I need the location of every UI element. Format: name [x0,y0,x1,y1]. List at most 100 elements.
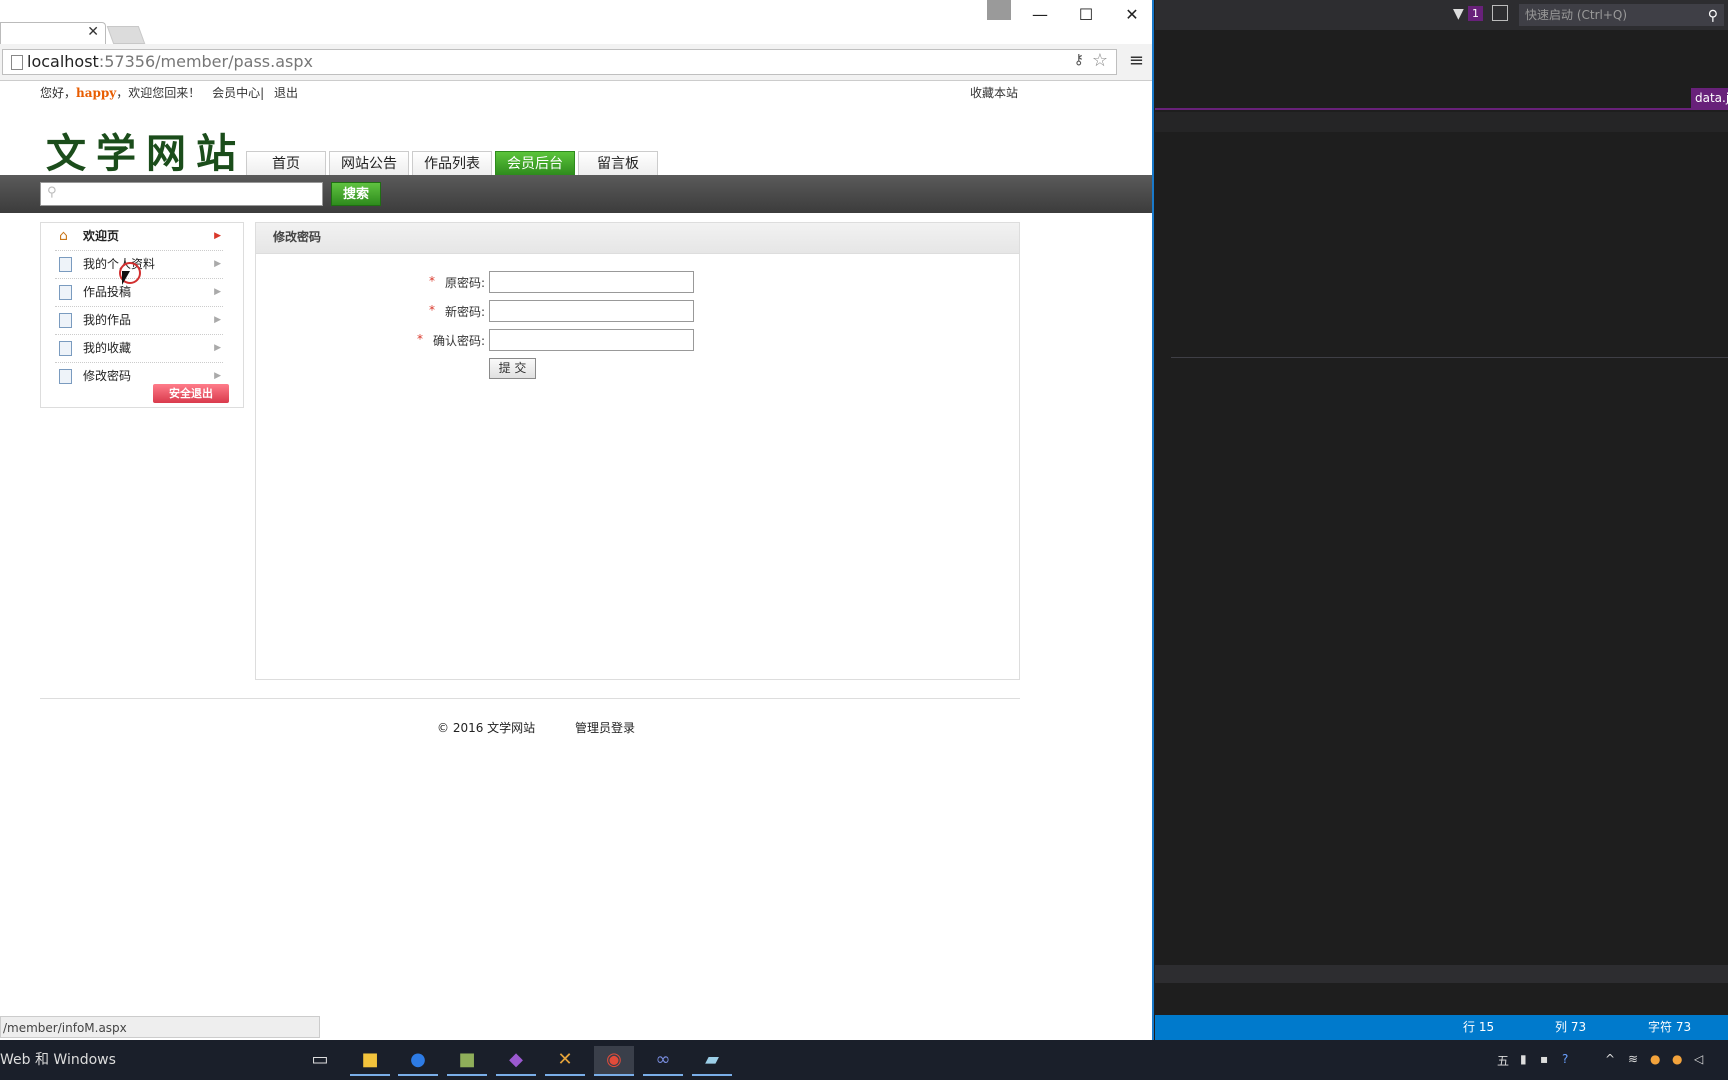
nav-works[interactable]: 作品列表 [412,151,492,175]
search-bar: ⚲ 搜索 [0,175,1152,213]
arrow-icon: ▶ [214,231,221,241]
tab-strip: ✕ — ☐ ✕ [0,0,1152,45]
separator: | [260,86,265,100]
filter-icon[interactable]: ▼ [1453,6,1464,22]
editor-divider [1171,357,1728,358]
ime-icon[interactable]: 五 [1497,1052,1509,1069]
network-share-icon[interactable]: ▪ [1540,1052,1548,1066]
web-page: 您好，happy，欢迎您回来！ 会员中心| 退出 收藏本站 文学网站 首页 网站… [0,81,1152,1016]
arrow-icon: ▶ [214,287,221,297]
image-viewer-icon[interactable]: ■ [447,1046,487,1076]
site-logo[interactable]: 文学网站 [46,121,246,179]
submit-button[interactable]: 提 交 [489,358,536,379]
address-bar[interactable]: localhost:57356/member/pass.aspx ⚷ ☆ [2,49,1117,75]
admin-login-link[interactable]: 管理员登录 [575,721,635,735]
search-icon: ⚲ [47,185,57,200]
file-explorer-icon[interactable]: ■ [350,1046,390,1076]
top-user-bar: 您好，happy，欢迎您回来！ 会员中心| 退出 [40,84,298,101]
confirm-password-field[interactable] [489,329,694,351]
footer: © 2016 文学网站 管理员登录 [437,719,635,736]
quick-launch-input[interactable]: 快速启动 (Ctrl+Q) ⚲ [1519,4,1724,26]
tray-icon[interactable]: ▮ [1520,1052,1527,1066]
remote-icon[interactable] [1492,5,1508,21]
help-icon[interactable]: ? [1562,1052,1568,1066]
new-password-row: * 新密码: [256,300,1019,324]
key-icon[interactable]: ⚷ [1074,52,1084,68]
app-tray-icon-2[interactable]: ● [1672,1052,1682,1066]
star-icon[interactable]: ☆ [1092,50,1108,71]
logout-link[interactable]: 退出 [274,86,298,100]
chevron-up-icon[interactable]: ^ [1605,1052,1615,1066]
sidebar-item-label: 欢迎页 [83,229,120,243]
nav-announcements[interactable]: 网站公告 [329,151,409,175]
tab-underline [1155,108,1728,110]
maximize-icon[interactable]: ☐ [1066,2,1106,28]
required-mark: * [429,274,435,288]
document-icon [59,313,72,328]
nav-guestbook[interactable]: 留言板 [578,151,658,175]
old-password-row: * 原密码: [256,271,1019,295]
taskbar-search[interactable]: Web 和 Windows [0,1040,300,1080]
visual-studio-icon[interactable]: ◆ [496,1046,536,1076]
tools-icon[interactable]: ✕ [545,1046,585,1076]
status-col: 列 73 [1555,1020,1587,1034]
document-icon [59,341,72,356]
wifi-icon[interactable]: ≋ [1628,1052,1638,1066]
page-icon [11,55,23,70]
app-tray-icon[interactable]: ● [1650,1052,1660,1066]
panel-title: 修改密码 [273,230,322,244]
document-icon [59,285,72,300]
status-char: 字符 73 [1648,1020,1692,1034]
welcome-text: ，欢迎您回来！ [116,86,201,100]
sidebar-item-label: 修改密码 [83,369,132,383]
required-mark: * [417,332,423,346]
nav-home[interactable]: 首页 [246,151,326,175]
task-view-icon[interactable]: ▭ [300,1046,340,1076]
browser-tab[interactable]: ✕ [0,22,106,45]
old-password-field[interactable] [489,271,694,293]
copyright-text: © 2016 文学网站 [437,721,536,735]
url-text[interactable]: localhost:57356/member/pass.aspx [27,52,313,72]
quick-launch-placeholder: 快速启动 (Ctrl+Q) [1525,8,1628,22]
editor-header [1155,112,1728,132]
volume-icon[interactable]: ◁ [1694,1052,1703,1066]
close-icon[interactable]: ✕ [1112,2,1152,28]
taskbar: Web 和 Windows ▭ ■ ● ■ ◆ ✕ ◉ ∞ ▰ 五 ▮ ▪ ? … [0,1040,1728,1080]
minimize-icon[interactable]: — [1020,2,1060,28]
sidebar-item-welcome[interactable]: ⌂ 欢迎页 ▶ [55,223,223,251]
status-line: 行 15 [1463,1020,1495,1034]
blue-app-icon[interactable]: ● [398,1046,438,1076]
infinity-app-icon[interactable]: ∞ [643,1046,683,1076]
browser-menu-icon[interactable]: ≡ [1129,50,1144,71]
member-center-link[interactable]: 会员中心 [212,86,260,100]
ide-file-tab[interactable]: data.js [1691,88,1728,108]
sidebar-item-my-works[interactable]: 我的作品 ▶ [55,307,223,335]
search-button[interactable]: 搜索 [331,182,381,206]
search-input[interactable]: ⚲ [40,182,323,206]
field-label: 原密码: [444,276,485,290]
sidebar-item-label: 我的作品 [83,313,132,327]
document-icon [59,369,72,384]
safe-logout-button[interactable]: 安全退出 [153,384,229,403]
notepad-icon[interactable]: ▰ [692,1046,732,1076]
field-label: 确认密码: [432,334,485,348]
close-tab-icon[interactable]: ✕ [87,24,99,40]
ide-window: ▼ 1 快速启动 (Ctrl+Q) ⚲ data.js 行 15 列 73 字符… [1155,0,1728,1040]
search-icon[interactable]: ⚲ [1708,5,1718,27]
ide-title-bar: ▼ 1 快速启动 (Ctrl+Q) ⚲ [1155,0,1728,30]
chrome-icon[interactable]: ◉ [594,1046,634,1076]
nav-member-backend[interactable]: 会员后台 [495,151,575,175]
sidebar-item-submit-work[interactable]: 作品投稿 ▶ [55,279,223,307]
notification-badge[interactable]: 1 [1468,6,1483,21]
profile-icon[interactable] [987,0,1011,20]
document-icon [59,257,72,272]
ide-status-bar: 行 15 列 73 字符 73 [1155,1015,1728,1040]
new-tab-button[interactable] [106,26,146,44]
sidebar-item-favorites[interactable]: 我的收藏 ▶ [55,335,223,363]
username: happy [76,86,117,100]
favorite-link[interactable]: 收藏本站 [970,84,1018,101]
new-password-field[interactable] [489,300,694,322]
panel-header: 修改密码 [256,223,1019,254]
required-mark: * [429,303,435,317]
field-label: 新密码: [444,305,485,319]
